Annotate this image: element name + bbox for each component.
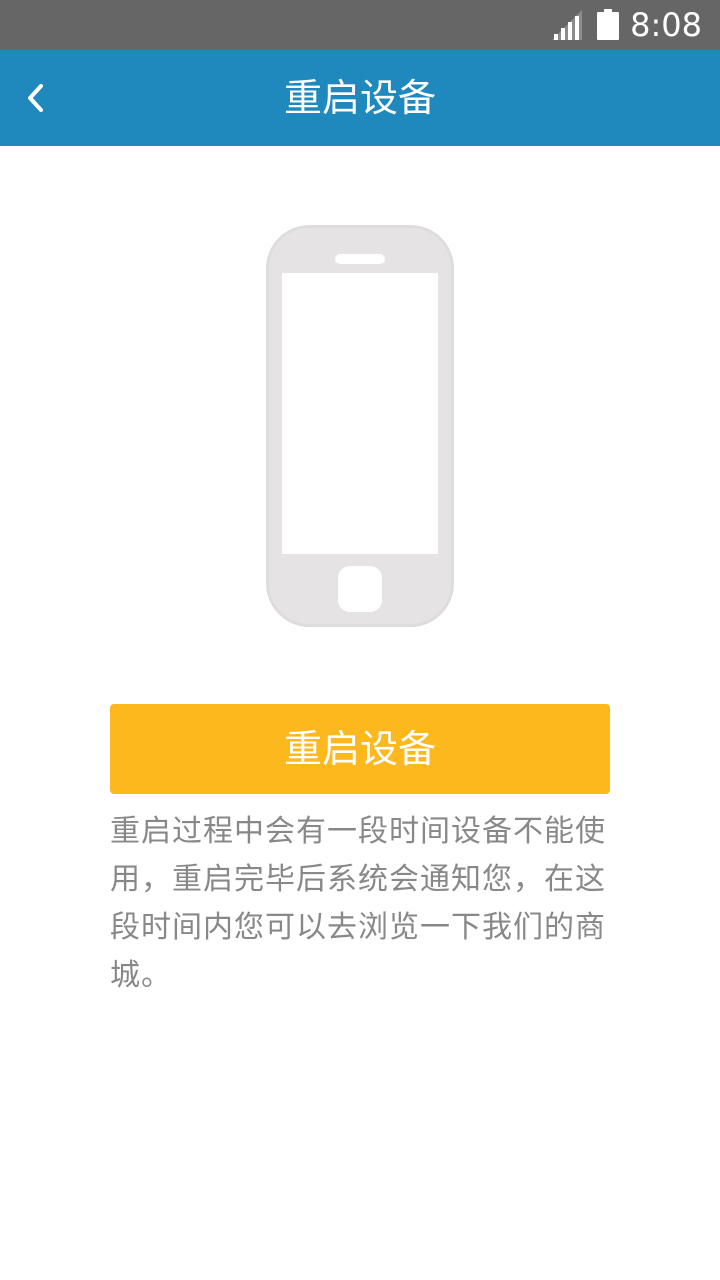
restart-info-text: 重启过程中会有一段时间设备不能使用，重启完毕后系统会通知您，在这段时间内您可以去… <box>110 814 606 993</box>
page-title: 重启设备 <box>283 76 436 120</box>
status-bar: 8:08 <box>0 0 720 50</box>
battery-icon <box>597 9 619 40</box>
signal-icon <box>552 10 582 40</box>
status-time: 8:08 <box>630 6 702 44</box>
restart-device-button[interactable]: 重启设备 <box>110 704 610 794</box>
smartphone-icon <box>266 225 454 627</box>
app-bar: 重启设备 <box>0 50 720 146</box>
